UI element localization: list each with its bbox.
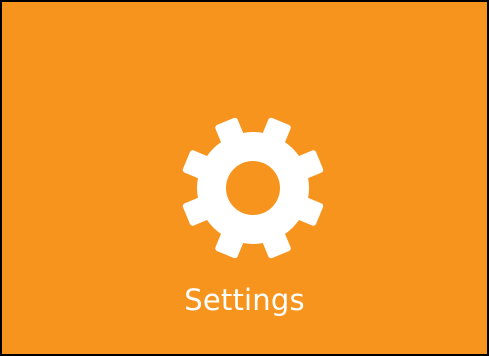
settings-tile[interactable]: Settings (0, 0, 489, 356)
gear-icon-graphic (182, 117, 324, 259)
settings-label: Settings (184, 283, 305, 317)
gear-hole (226, 161, 280, 215)
gear-icon (179, 114, 327, 262)
